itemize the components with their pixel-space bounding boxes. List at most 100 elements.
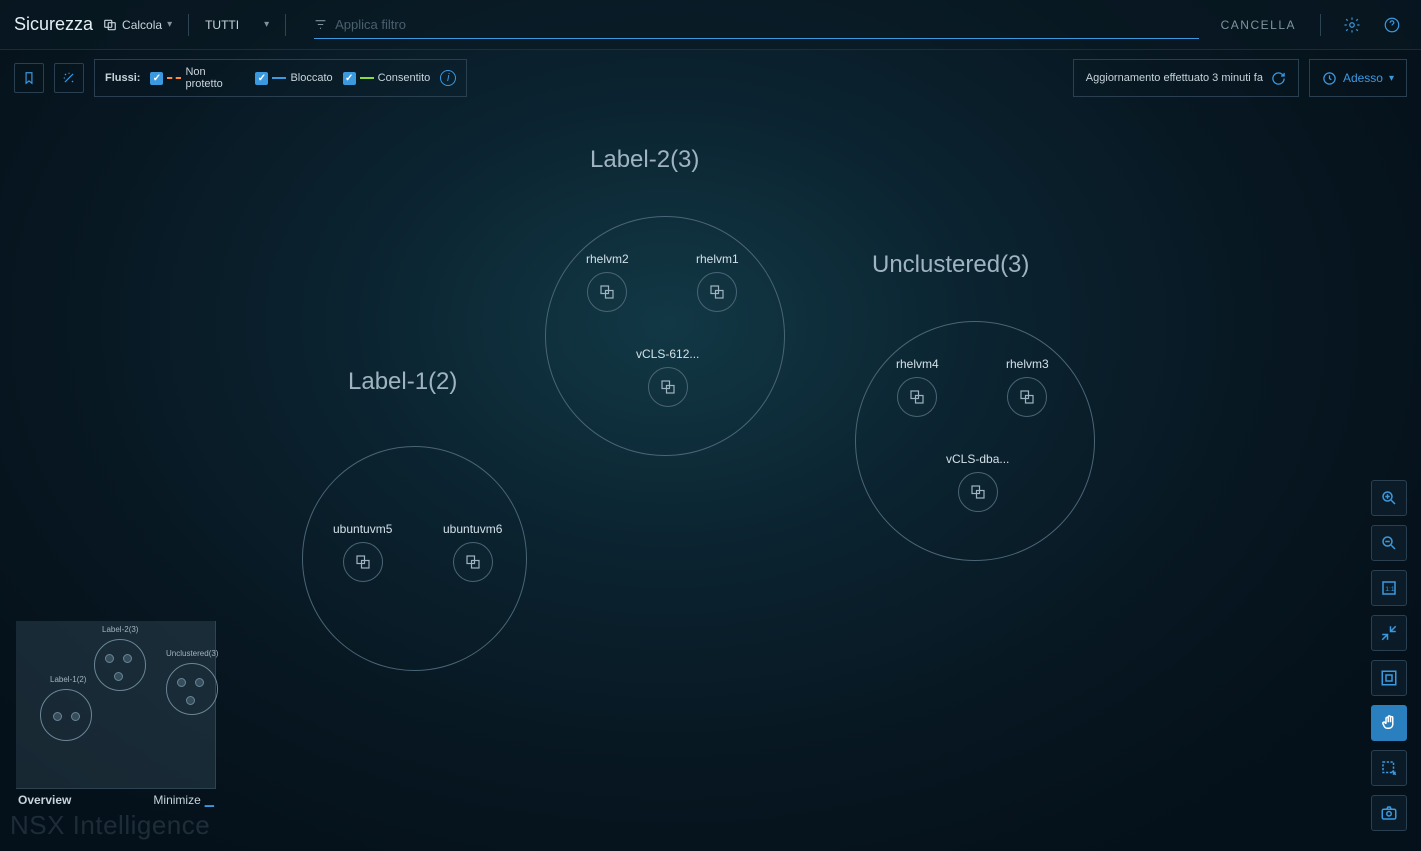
overview-title: Overview [18, 793, 71, 807]
vm-icon [708, 283, 726, 301]
vm-node[interactable]: ubuntuvm6 [443, 522, 502, 582]
mini-cluster-l1 [40, 689, 92, 741]
topbar: Sicurezza Calcola ▾ TUTTI ▾ CANCELLA [0, 0, 1421, 50]
settings-button[interactable] [1337, 10, 1367, 40]
cluster-unclustered[interactable]: rhelvm4 rhelvm3 vCLS-dba... [855, 321, 1095, 561]
clock-icon [1322, 71, 1337, 86]
compute-label: Calcola [122, 18, 162, 32]
mini-cluster-u [166, 663, 218, 715]
separator [188, 14, 189, 36]
flow-allowed-label: Consentito [378, 72, 431, 84]
collapse-icon [1380, 624, 1398, 642]
select-icon [1380, 759, 1398, 777]
vm-node[interactable]: rhelvm4 [896, 357, 939, 417]
flow-unprotected-label: Non protetto [185, 66, 245, 90]
vm-node[interactable]: rhelvm2 [586, 252, 629, 312]
separator [285, 14, 286, 36]
vm-icon [969, 483, 987, 501]
vm-icon [1018, 388, 1036, 406]
refresh-panel: Aggiornamento effettuato 3 minuti fa [1073, 59, 1299, 97]
overview-minimap[interactable]: Label-2(3) Unclustered(3) Label-1(2) [16, 621, 216, 789]
swatch-green [360, 77, 374, 79]
cluster-title-label2: Label-2(3) [590, 146, 699, 174]
filter-input[interactable] [333, 16, 1199, 33]
wand-button[interactable] [54, 63, 84, 93]
svg-text:1:1: 1:1 [1385, 586, 1395, 593]
checkbox-unprotected[interactable]: ✓ [150, 72, 163, 85]
chevron-down-icon: ▾ [167, 19, 172, 30]
toolbar: Flussi: ✓ Non protetto ✓ Bloccato ✓ Cons… [0, 50, 1421, 106]
brand-watermark: NSX Intelligence [10, 810, 210, 841]
compute-dropdown[interactable]: Calcola ▾ [103, 18, 172, 32]
scope-dropdown[interactable]: TUTTI ▾ [205, 18, 269, 32]
vm-label: rhelvm1 [696, 252, 739, 266]
vm-label: rhelvm2 [586, 252, 629, 266]
flow-blocked: ✓ Bloccato [255, 72, 332, 85]
refresh-button[interactable] [1271, 71, 1286, 86]
snapshot-button[interactable] [1371, 795, 1407, 831]
refresh-text: Aggiornamento effettuato 3 minuti fa [1086, 72, 1263, 84]
flow-unprotected: ✓ Non protetto [150, 66, 245, 90]
camera-icon [1380, 804, 1398, 822]
vm-node[interactable]: vCLS-612... [636, 347, 699, 407]
flow-blocked-label: Bloccato [290, 72, 332, 84]
cluster-label1[interactable]: ubuntuvm5 ubuntuvm6 [302, 446, 527, 671]
overview-footer: Overview Minimize ▁ [16, 789, 216, 811]
separator [1320, 14, 1321, 36]
zoom-reset-button[interactable]: 1:1 [1371, 570, 1407, 606]
minimize-label: Minimize [153, 793, 200, 807]
vm-label: ubuntuvm6 [443, 522, 502, 536]
flow-allowed: ✓ Consentito [343, 72, 431, 85]
time-now-dropdown[interactable]: Adesso ▾ [1309, 59, 1407, 97]
cancel-button[interactable]: CANCELLA [1221, 18, 1296, 32]
ratio-icon: 1:1 [1380, 579, 1398, 597]
flows-legend: Flussi: ✓ Non protetto ✓ Bloccato ✓ Cons… [94, 59, 467, 97]
bookmark-icon [22, 71, 36, 85]
chevron-down-icon: ▾ [264, 19, 269, 30]
vm-label: vCLS-dba... [946, 452, 1009, 466]
select-button[interactable] [1371, 750, 1407, 786]
filter-bar [314, 11, 1199, 39]
mini-title-u: Unclustered(3) [166, 649, 218, 658]
checkbox-blocked[interactable]: ✓ [255, 72, 268, 85]
vm-label: vCLS-612... [636, 347, 699, 361]
vm-label: ubuntuvm5 [333, 522, 392, 536]
zoom-out-button[interactable] [1371, 525, 1407, 561]
checkbox-allowed[interactable]: ✓ [343, 72, 356, 85]
mini-cluster-l2 [94, 639, 146, 691]
cluster-label2[interactable]: rhelvm2 rhelvm1 vCLS-612... [545, 216, 785, 456]
mini-title-l1: Label-1(2) [50, 675, 86, 684]
mini-title-l2: Label-2(3) [102, 625, 138, 634]
vm-node[interactable]: rhelvm1 [696, 252, 739, 312]
pan-button[interactable] [1371, 705, 1407, 741]
gear-icon [1343, 16, 1361, 34]
vm-icon [598, 283, 616, 301]
hand-icon [1380, 714, 1398, 732]
collapse-button[interactable] [1371, 615, 1407, 651]
compute-icon [103, 18, 117, 32]
zoom-in-button[interactable] [1371, 480, 1407, 516]
vm-node[interactable]: rhelvm3 [1006, 357, 1049, 417]
vm-label: rhelvm4 [896, 357, 939, 371]
minimize-icon: ▁ [205, 793, 214, 807]
vm-icon [354, 553, 372, 571]
cluster-title-unclustered: Unclustered(3) [872, 251, 1029, 279]
overview-minimize-button[interactable]: Minimize ▁ [153, 793, 214, 807]
vm-node[interactable]: vCLS-dba... [946, 452, 1009, 512]
vm-node[interactable]: ubuntuvm5 [333, 522, 392, 582]
fit-button[interactable] [1371, 660, 1407, 696]
swatch-orange-dash [167, 77, 181, 79]
info-icon[interactable]: i [440, 70, 456, 86]
vm-icon [908, 388, 926, 406]
cluster-title-label1: Label-1(2) [348, 368, 457, 396]
bookmark-button[interactable] [14, 63, 44, 93]
wand-icon [62, 71, 76, 85]
help-icon [1383, 16, 1401, 34]
vm-label: rhelvm3 [1006, 357, 1049, 371]
zoom-toolbar: 1:1 [1371, 480, 1407, 831]
chevron-down-icon: ▾ [1389, 73, 1394, 84]
filter-icon [314, 18, 327, 31]
fit-icon [1380, 669, 1398, 687]
help-button[interactable] [1377, 10, 1407, 40]
zoom-in-icon [1380, 489, 1398, 507]
